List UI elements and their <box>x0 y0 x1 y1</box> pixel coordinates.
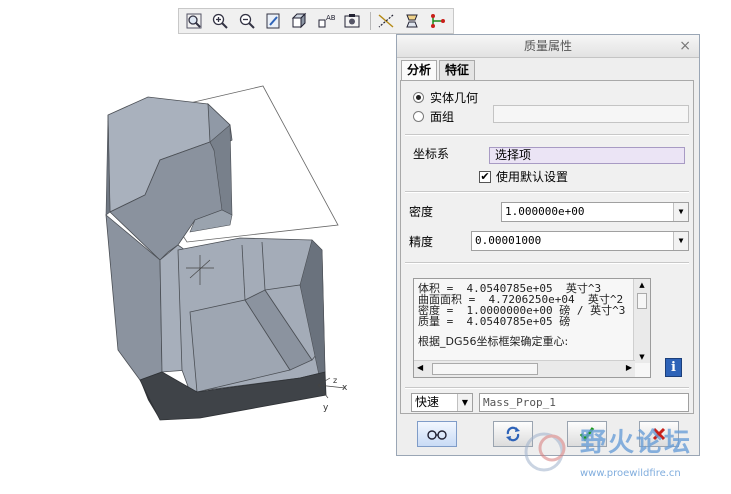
model-viewport[interactable]: x y z <box>0 40 396 480</box>
datum-planes-icon[interactable] <box>374 10 397 32</box>
shading-icon[interactable] <box>288 10 311 32</box>
divider <box>405 262 689 264</box>
axis-z-label: z <box>333 376 337 385</box>
watermark-logo-icon <box>524 432 566 472</box>
repaint-icon[interactable] <box>261 10 284 32</box>
svg-text:AB: AB <box>326 14 335 22</box>
radio-button[interactable] <box>413 92 424 103</box>
scroll-left-icon[interactable]: ◀ <box>417 363 423 372</box>
mass-properties-dialog: 质量属性 × 分析 特征 实体几何 面组 坐标系 选择项 ✔ 使用默认设置 密度… <box>396 34 700 456</box>
chevron-down-icon[interactable]: ▼ <box>457 394 472 411</box>
vertical-scrollbar[interactable]: ▲ ▼ <box>633 279 650 363</box>
scroll-thumb[interactable] <box>432 363 538 375</box>
radio-solid-geometry[interactable]: 实体几何 <box>413 89 478 106</box>
divider <box>405 134 689 136</box>
watermark-url: www.proewildfire.cn <box>580 468 681 479</box>
result-line: 质量 = 4.0540785e+05 磅 <box>418 315 571 328</box>
preview-button[interactable] <box>417 421 457 447</box>
precision-field[interactable]: 0.00001000 ▼ <box>471 231 689 251</box>
scroll-thumb[interactable] <box>637 293 647 309</box>
radio-solid-label: 实体几何 <box>430 91 479 105</box>
results-text: 体积 = 4.0540785e+05 英寸^3 曲面面积 = 4.7206250… <box>414 279 650 347</box>
result-line: 根据_DG56坐标框架确定重心: <box>418 335 569 348</box>
datum-axes-icon[interactable] <box>400 10 423 32</box>
glasses-icon <box>427 430 447 440</box>
forum-watermark: 野火论坛 www.proewildfire.cn <box>520 418 731 494</box>
dialog-title: 质量属性 <box>523 39 572 53</box>
saved-views-icon[interactable] <box>340 10 363 32</box>
scroll-up-icon[interactable]: ▲ <box>634 279 650 291</box>
view-manager-icon[interactable]: AB <box>314 10 337 32</box>
checkbox-checked-icon[interactable]: ✔ <box>479 170 491 183</box>
density-value: 1.000000e+00 <box>505 205 585 218</box>
view-toolbar: AB <box>178 8 454 34</box>
analysis-mode-value: 快速 <box>415 395 440 409</box>
chevron-down-icon[interactable]: ▼ <box>673 203 688 221</box>
close-icon[interactable]: × <box>679 35 691 57</box>
quilt-selector-field[interactable] <box>493 105 689 123</box>
axis-y-label: y <box>323 403 329 413</box>
tab-feature[interactable]: 特征 <box>439 60 476 80</box>
analysis-mode-select[interactable]: 快速 ▼ <box>411 393 473 412</box>
solid-model: x y z <box>105 85 348 421</box>
toolbar-divider <box>369 12 371 30</box>
use-default-label: 使用默认设置 <box>496 170 569 184</box>
density-label: 密度 <box>409 205 434 219</box>
horizontal-scrollbar[interactable]: ◀ ▶ <box>414 360 635 377</box>
divider <box>405 191 689 193</box>
radio-quilt[interactable]: 面组 <box>413 108 454 125</box>
density-field[interactable]: 1.000000e+00 ▼ <box>501 202 689 222</box>
chevron-down-icon[interactable]: ▼ <box>673 232 688 250</box>
analysis-name-field[interactable]: Mass_Prop_1 <box>479 393 689 412</box>
zoom-out-icon[interactable] <box>235 10 258 32</box>
radio-quilt-label: 面组 <box>430 110 455 124</box>
precision-label: 精度 <box>409 235 434 249</box>
divider <box>405 387 689 389</box>
dialog-title-bar[interactable]: 质量属性 × <box>397 35 699 58</box>
tab-analysis[interactable]: 分析 <box>401 60 438 81</box>
scroll-down-icon[interactable]: ▼ <box>634 351 650 363</box>
coord-system-label: 坐标系 <box>413 147 450 161</box>
use-default-checkbox-row[interactable]: ✔ 使用默认设置 <box>479 168 568 185</box>
tab-strip: 分析 特征 <box>401 60 477 81</box>
coord-system-selector[interactable]: 选择项 <box>489 147 685 164</box>
watermark-brand: 野火论坛 <box>580 428 693 458</box>
scroll-right-icon[interactable]: ▶ <box>626 363 632 372</box>
zoom-in-icon[interactable] <box>208 10 231 32</box>
precision-value: 0.00001000 <box>475 234 542 247</box>
info-icon[interactable]: i <box>665 358 682 377</box>
refit-icon[interactable] <box>182 10 205 32</box>
axis-x-label: x <box>342 383 348 393</box>
datum-points-icon[interactable] <box>427 10 450 32</box>
results-box[interactable]: 体积 = 4.0540785e+05 英寸^3 曲面面积 = 4.7206250… <box>413 278 651 378</box>
analysis-panel: 实体几何 面组 坐标系 选择项 ✔ 使用默认设置 密度 1.000000e+00… <box>400 80 694 414</box>
radio-button[interactable] <box>413 111 424 122</box>
